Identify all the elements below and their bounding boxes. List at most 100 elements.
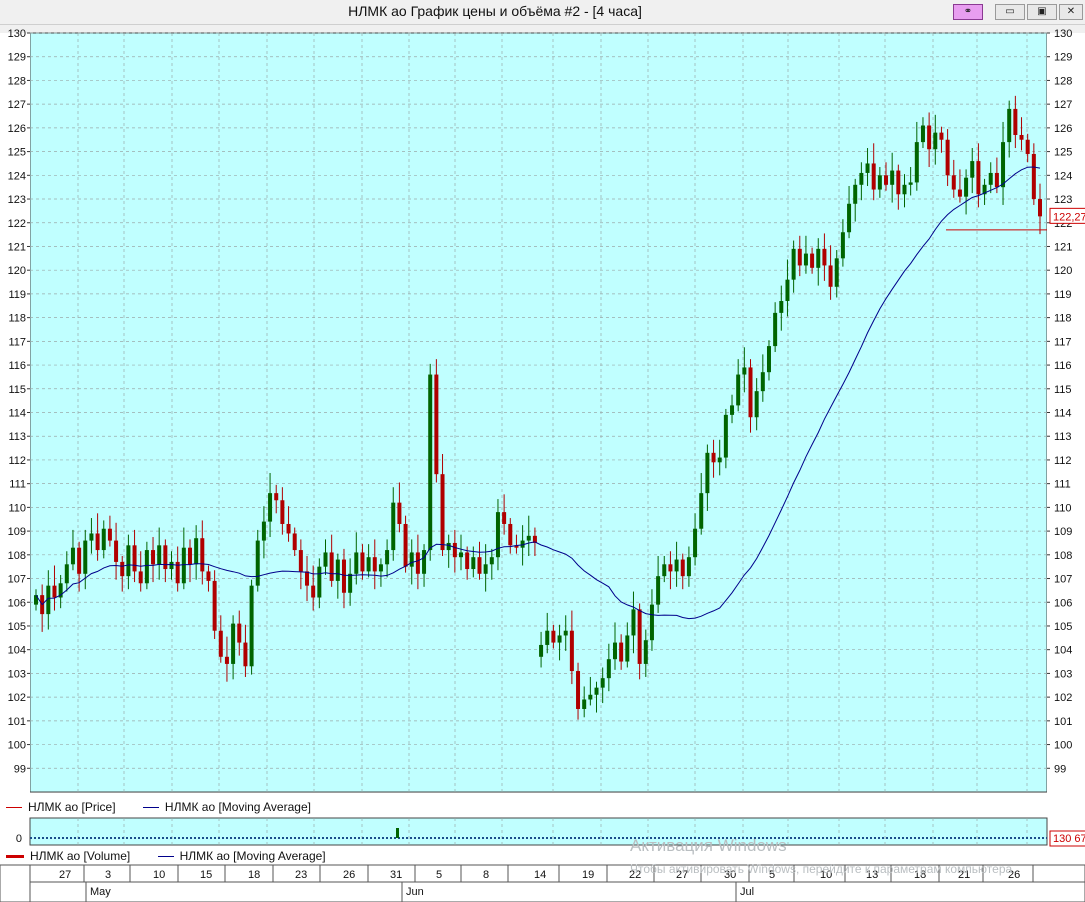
y-tick-label-right: 111 [1054, 479, 1071, 491]
candle-body [742, 367, 747, 375]
candle-body [539, 644, 544, 657]
candle-body [927, 125, 932, 150]
candle-body [884, 175, 889, 185]
candle-body [489, 557, 494, 565]
y-tick-label-left: 120 [8, 265, 26, 277]
candle-body [243, 642, 248, 667]
y-tick-label-left: 99 [14, 763, 26, 775]
candle-body [366, 557, 371, 572]
y-tick-label-right: 115 [1054, 384, 1072, 396]
candle-body [674, 559, 679, 572]
y-tick-label-left: 126 [8, 123, 26, 135]
candle-body [261, 521, 266, 541]
y-tick-label-left: 123 [8, 194, 26, 206]
candle-body [951, 175, 956, 190]
day-label: 31 [390, 869, 402, 881]
candle-body [1038, 199, 1042, 217]
candle-body [557, 635, 562, 643]
candle-body [422, 550, 427, 574]
candle-body [249, 585, 254, 667]
candle-body [372, 557, 377, 572]
window-title: НЛМК ао График цены и объёма #2 - [4 час… [348, 3, 642, 19]
y-tick-label-right: 109 [1054, 526, 1072, 538]
candle-body [1031, 153, 1036, 200]
y-tick-label-right: 128 [1054, 75, 1072, 87]
candle-body [323, 552, 328, 567]
y-tick-label-right: 103 [1054, 668, 1072, 680]
close-button[interactable]: ✕ [1059, 4, 1083, 20]
candle-body [163, 545, 168, 570]
candle-body [157, 545, 162, 565]
candle-body [853, 184, 858, 204]
y-tick-label-right: 104 [1054, 645, 1072, 657]
y-tick-label-left: 119 [8, 289, 26, 301]
candle-body [181, 547, 186, 584]
candle-body [760, 372, 765, 392]
y-tick-label-right: 99 [1054, 763, 1066, 775]
candle-body [631, 609, 636, 636]
month-label: May [90, 886, 111, 898]
minimize-button[interactable]: ▭ [995, 4, 1025, 20]
candle-body [391, 502, 396, 551]
candle-body [865, 163, 870, 173]
y-tick-label-left: 124 [8, 170, 26, 182]
y-tick-label-right: 100 [1054, 740, 1072, 752]
candle-body [354, 552, 359, 574]
candle-body [95, 533, 100, 551]
y-tick-label-left: 129 [8, 52, 26, 64]
candle-body [52, 585, 57, 598]
candle-body [64, 564, 69, 584]
y-tick-label-left: 110 [8, 502, 26, 514]
candle-body [440, 474, 445, 551]
legend-volume-label: НЛМК ао [Volume] [30, 849, 131, 863]
candle-body [656, 576, 661, 605]
candle-body [637, 609, 642, 664]
candle-body [138, 571, 143, 584]
candle-body [1001, 142, 1006, 188]
candle-body [151, 550, 156, 565]
candle-body [286, 523, 291, 534]
legend-price: НЛМК ао [Price] НЛМК ао [Moving Average] [6, 800, 311, 814]
candle-body [711, 452, 716, 463]
ma-line-swatch [142, 807, 159, 809]
candle-body [563, 630, 568, 636]
candle-body [89, 533, 94, 541]
month-label: Jul [740, 886, 754, 898]
candle-body [1013, 108, 1018, 135]
y-tick-label-right: 120 [1054, 265, 1072, 277]
candle-body [224, 656, 229, 664]
candle-body [920, 125, 925, 143]
y-tick-label-right: 123 [1054, 194, 1072, 206]
candle-body [292, 533, 297, 551]
volume-plot-area [29, 817, 1048, 846]
candle-body [378, 564, 383, 572]
candle-body [212, 580, 217, 631]
legend-price-label: НЛМК ао [Price] [28, 800, 116, 814]
y-tick-label-right: 130 [1054, 28, 1072, 40]
day-label: 10 [153, 869, 165, 881]
candle-body [471, 557, 476, 570]
y-tick-label-right: 114 [1054, 408, 1072, 420]
candle-body [132, 545, 137, 572]
candle-body [988, 172, 993, 185]
candle-body [939, 132, 944, 140]
restore-button[interactable]: ▣ [1027, 4, 1057, 20]
candle-body [569, 630, 574, 672]
price-volume-chart[interactable]: 99 99100 100101 101102 102103 103104 104105 105… [0, 25, 1085, 902]
y-tick-label-left: 104 [8, 645, 26, 657]
candle-body [730, 405, 735, 415]
candle-body [428, 374, 433, 551]
candle-body [717, 457, 722, 463]
candle-body [736, 374, 741, 406]
activation-watermark-text: Чтобы активировать Windows, перейдите к … [630, 862, 1016, 876]
candle-body [649, 604, 654, 641]
y-tick-label-right: 116 [1054, 360, 1072, 372]
day-label: 23 [295, 869, 307, 881]
y-tick-label-left: 115 [8, 384, 26, 396]
candle-body [957, 189, 962, 197]
candle-body [459, 552, 464, 558]
link-icon[interactable]: ⚭ [953, 4, 983, 20]
candle-body [200, 538, 205, 572]
y-tick-label-right: 124 [1054, 170, 1072, 182]
y-tick-label-left: 103 [8, 668, 26, 680]
